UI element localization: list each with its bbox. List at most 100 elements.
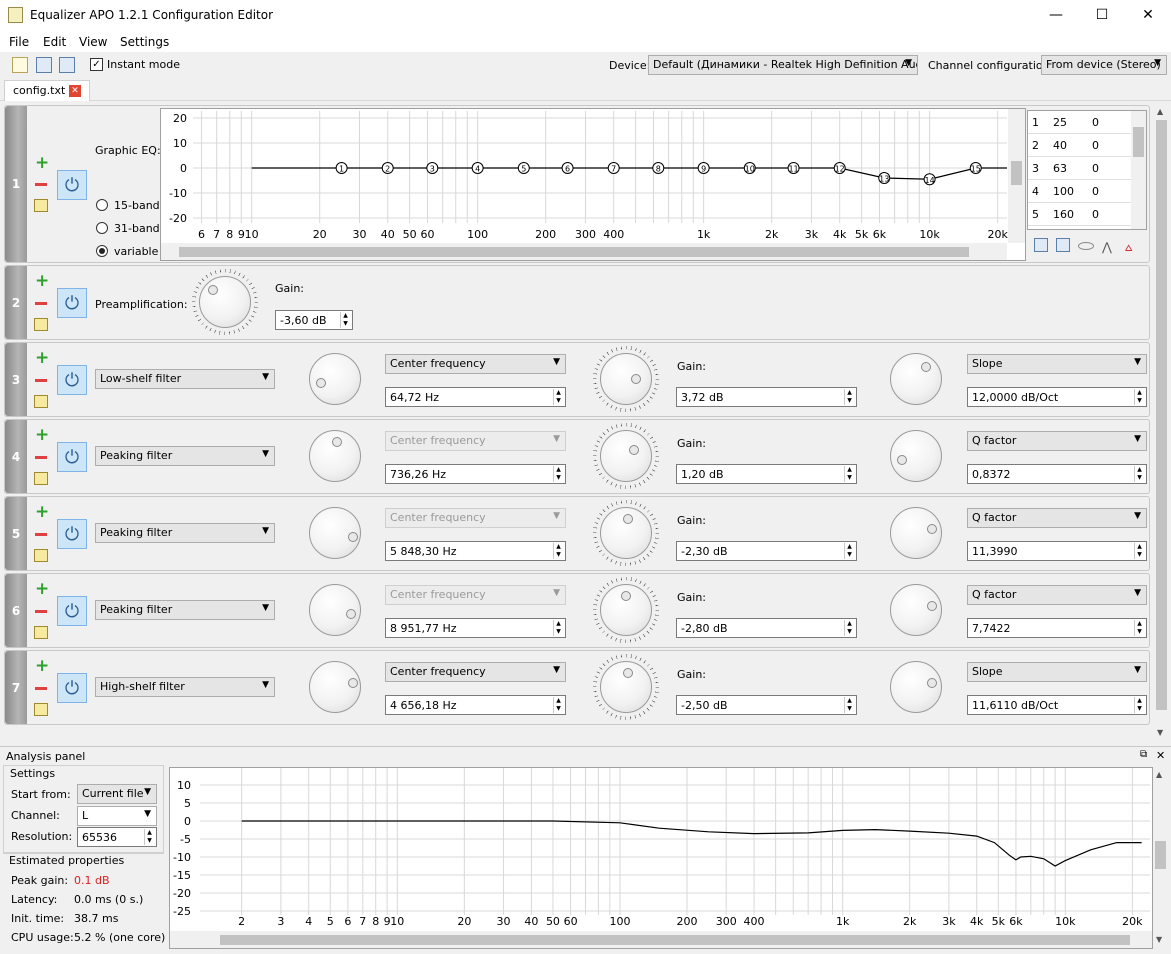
param-input[interactable]: 11,3990 ▲ ▼ — [967, 541, 1147, 561]
frequency-mode-select[interactable]: Center frequency ▼ — [385, 585, 566, 605]
frequency-input[interactable]: 64,72 Hz ▲ ▼ — [385, 387, 566, 407]
add-filter-icon[interactable]: + — [35, 273, 49, 290]
analysis-scrollbar[interactable]: ▲ ▼ — [1153, 767, 1168, 949]
filter-type-select[interactable]: High-shelf filter ▼ — [95, 677, 275, 697]
spin-arrows-icon[interactable]: ▲ ▼ — [553, 466, 563, 482]
frequency-knob[interactable] — [309, 584, 361, 636]
add-filter-icon[interactable]: + — [35, 350, 49, 367]
band-frequency[interactable]: 40 — [1053, 139, 1067, 152]
band-table-row[interactable]: 5 160 0 — [1028, 203, 1131, 226]
reset-icon[interactable]: ⩟ — [1125, 240, 1132, 255]
spin-arrows-icon[interactable]: ▲ ▼ — [553, 620, 563, 636]
param-knob[interactable] — [890, 430, 942, 482]
power-toggle-button[interactable]: ⏻ — [57, 365, 87, 395]
remove-filter-icon[interactable] — [35, 183, 47, 186]
param-knob[interactable] — [890, 584, 942, 636]
frequency-input[interactable]: 8 951,77 Hz ▲ ▼ — [385, 618, 566, 638]
remove-filter-icon[interactable] — [35, 456, 47, 459]
resolution-input[interactable]: 65536 ▲ ▼ — [77, 827, 157, 847]
close-button[interactable]: ✕ — [1125, 0, 1171, 31]
scroll-up-icon[interactable]: ▲ — [1157, 107, 1163, 116]
spin-arrows-icon[interactable]: ▲ ▼ — [844, 697, 854, 713]
start-from-select[interactable]: Current file ▼ — [77, 784, 157, 804]
power-toggle-button[interactable]: ⏻ — [57, 170, 87, 200]
param-mode-select[interactable]: Q factor ▼ — [967, 431, 1147, 451]
band-table-row[interactable]: 4 100 0 — [1028, 180, 1131, 203]
menu-file[interactable]: File — [9, 35, 29, 49]
edit-icon[interactable] — [34, 395, 48, 408]
add-filter-icon[interactable]: + — [35, 658, 49, 675]
param-input[interactable]: 11,6110 dB/Oct ▲ ▼ — [967, 695, 1147, 715]
edit-icon[interactable] — [34, 703, 48, 716]
invert-icon[interactable]: ⋀ — [1102, 240, 1112, 254]
spin-arrows-icon[interactable]: ▲ ▼ — [1134, 466, 1144, 482]
scroll-thumb[interactable] — [1155, 841, 1166, 869]
param-input[interactable]: 12,0000 dB/Oct ▲ ▼ — [967, 387, 1147, 407]
close-tab-icon[interactable]: ✕ — [69, 85, 81, 97]
analysis-plot[interactable]: 10 5 0 -5 -10 -15 -20 -25 2 3 4 5 6 7 8 9 10 20 30 40 50 60 10… — [169, 767, 1153, 949]
preamp-gain-input[interactable]: -3,60 dB ▲ ▼ — [275, 310, 353, 330]
scroll-thumb[interactable] — [1156, 120, 1167, 710]
param-knob[interactable] — [890, 507, 942, 559]
gain-input[interactable]: -2,50 dB ▲ ▼ — [676, 695, 857, 715]
edit-icon[interactable] — [34, 199, 48, 212]
remove-filter-icon[interactable] — [35, 610, 47, 613]
add-filter-icon[interactable]: + — [35, 427, 49, 444]
spin-arrows-icon[interactable]: ▲ ▼ — [1134, 697, 1144, 713]
frequency-mode-select[interactable]: Center frequency ▼ — [385, 508, 566, 528]
scroll-thumb[interactable] — [1133, 127, 1144, 157]
add-filter-icon[interactable]: + — [35, 155, 49, 172]
menu-view[interactable]: View — [79, 35, 107, 49]
spin-arrows-icon[interactable]: ▲ ▼ — [144, 829, 154, 845]
param-mode-select[interactable]: Q factor ▼ — [967, 508, 1147, 528]
gain-input[interactable]: -2,30 dB ▲ ▼ — [676, 541, 857, 561]
gain-input[interactable]: 1,20 dB ▲ ▼ — [676, 464, 857, 484]
band-frequency[interactable]: 160 — [1053, 208, 1074, 221]
scroll-up-icon[interactable]: ▲ — [1156, 770, 1162, 779]
spin-arrows-icon[interactable]: ▲ ▼ — [844, 543, 854, 559]
menu-edit[interactable]: Edit — [43, 35, 66, 49]
frequency-knob[interactable] — [309, 661, 361, 713]
filter-type-select[interactable]: Low-shelf filter ▼ — [95, 369, 275, 389]
band-table-row[interactable]: 3 63 0 — [1028, 157, 1131, 180]
graphic-eq-svg[interactable]: 20100-10-206 7 8 9 10 20 30 40 50 60 100 200 300 400 1… — [161, 109, 1025, 260]
gain-knob[interactable] — [600, 430, 652, 482]
param-mode-select[interactable]: Slope ▼ — [967, 662, 1147, 682]
gain-knob[interactable] — [600, 661, 652, 713]
radio-31-band[interactable] — [96, 222, 108, 234]
scroll-down-icon[interactable]: ▼ — [1157, 728, 1163, 737]
close-panel-icon[interactable]: ✕ — [1156, 749, 1165, 762]
device-select[interactable]: Default (Динамики - Realtek High Definit… — [648, 55, 918, 75]
tab-config[interactable]: config.txt ✕ — [4, 80, 90, 101]
band-table-row[interactable]: 2 40 0 — [1028, 134, 1131, 157]
spin-arrows-icon[interactable]: ▲ ▼ — [553, 543, 563, 559]
add-filter-icon[interactable]: + — [35, 581, 49, 598]
save-bands-icon[interactable] — [1034, 238, 1048, 252]
spin-arrows-icon[interactable]: ▲ ▼ — [1134, 389, 1144, 405]
band-table[interactable]: 1 25 0 2 40 0 3 63 0 4 100 0 5 160 0 — [1027, 110, 1147, 230]
radio-15-band[interactable] — [96, 199, 108, 211]
param-knob[interactable] — [890, 353, 942, 405]
gain-knob[interactable] — [600, 507, 652, 559]
import-bands-icon[interactable] — [1056, 238, 1070, 252]
param-mode-select[interactable]: Q factor ▼ — [967, 585, 1147, 605]
band-table-row[interactable]: 1 25 0 — [1028, 111, 1131, 134]
edit-icon[interactable] — [34, 318, 48, 331]
spin-arrows-icon[interactable]: ▲ ▼ — [844, 389, 854, 405]
channel-config-select[interactable]: From device (Stereo) ▼ — [1041, 55, 1167, 75]
gain-input[interactable]: -2,80 dB ▲ ▼ — [676, 618, 857, 638]
add-filter-icon[interactable]: + — [35, 504, 49, 521]
power-toggle-button[interactable]: ⏻ — [57, 288, 87, 318]
power-toggle-button[interactable]: ⏻ — [57, 673, 87, 703]
filter-type-select[interactable]: Peaking filter ▼ — [95, 600, 275, 620]
frequency-knob[interactable] — [309, 507, 361, 559]
menu-settings[interactable]: Settings — [120, 35, 169, 49]
spin-arrows-icon[interactable]: ▲ ▼ — [1134, 620, 1144, 636]
graphic-eq-plot[interactable]: 20 10 0 -10 -20 6 7 8 9 10 20 30 40 50 60 100 200 300 400 1… — [160, 108, 1026, 261]
minimize-button[interactable]: — — [1033, 0, 1079, 31]
remove-filter-icon[interactable] — [35, 687, 47, 690]
spin-arrows-icon[interactable]: ▲ ▼ — [340, 312, 350, 328]
save-icon[interactable] — [36, 57, 52, 73]
param-input[interactable]: 0,8372 ▲ ▼ — [967, 464, 1147, 484]
preamp-knob[interactable] — [199, 276, 251, 328]
